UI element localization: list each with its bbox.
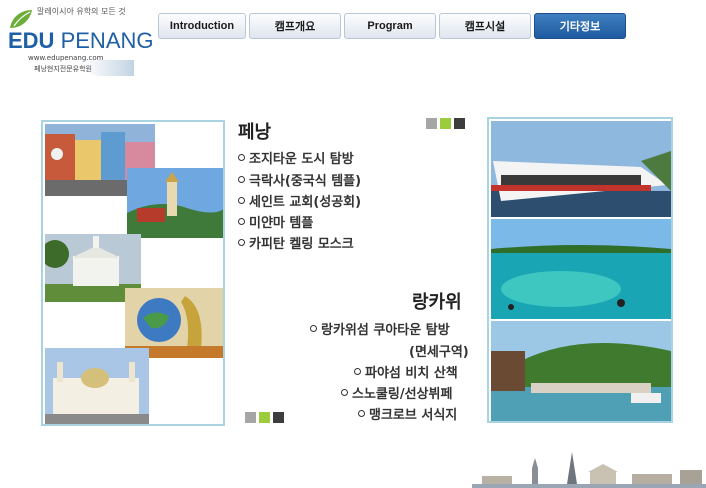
langkawi-item-continued: (면세구역) (409, 345, 469, 360)
circle-bullet-icon (238, 154, 245, 161)
langkawi-item: 파야섬 비치 산책 (354, 362, 458, 381)
tab-introduction[interactable]: Introduction (158, 13, 246, 39)
landmarks-skyline (472, 452, 706, 488)
tab-program[interactable]: Program (344, 13, 436, 39)
penang-item: 미얀마 템플 (238, 212, 313, 231)
langkawi-item: 스노쿨링/선상뷔페 (341, 383, 452, 402)
logo-swoosh (84, 60, 134, 76)
penang-item: 카피탄 켈링 모스크 (238, 233, 354, 252)
circle-bullet-icon (238, 239, 245, 246)
logo[interactable]: 말레이시아 유학의 모든 것 EDU PENANG www.edupenang.… (4, 4, 154, 76)
logo-subtitle: 페낭현지전문유학원 (34, 65, 92, 73)
penang-item: 극락사(중국식 템플) (238, 170, 361, 189)
snorkeling-sea-photo (491, 219, 671, 319)
langkawi-item: 맹크로브 서식지 (358, 404, 457, 423)
logo-tagline: 말레이시아 유학의 모든 것 (37, 7, 126, 16)
langkawi-item: 랑카위섬 쿠아타운 탐방 (310, 319, 450, 338)
penang-item: 조지타운 도시 탐방 (238, 148, 354, 167)
penang-item: 세인트 교회(성공회) (238, 191, 361, 210)
circle-bullet-icon (238, 176, 245, 183)
circle-bullet-icon (354, 368, 361, 375)
kapitan-keling-mosque-photo (45, 348, 149, 424)
tab-camp-overview[interactable]: 캠프개요 (249, 13, 341, 39)
langkawi-title: 랑카위 (412, 292, 462, 313)
circle-bullet-icon (341, 389, 348, 396)
decorative-squares-top (426, 118, 465, 129)
kek-lok-si-temple-photo (127, 168, 223, 238)
circle-bullet-icon (358, 410, 365, 417)
decorative-squares-bottom (245, 412, 284, 423)
ferry-boat-photo (491, 121, 671, 217)
mangrove-jetty-photo (491, 321, 671, 421)
logo-brand: EDU PENANG (8, 28, 154, 53)
tab-other-info[interactable]: 기타정보 (534, 13, 626, 39)
langkawi-photo-collage (487, 117, 673, 423)
circle-bullet-icon (238, 218, 245, 225)
main-nav: Introduction 캠프개요 Program 캠프시설 기타정보 (158, 13, 626, 41)
penang-photo-collage (41, 120, 225, 426)
tab-camp-facilities[interactable]: 캠프시설 (439, 13, 531, 39)
circle-bullet-icon (310, 325, 317, 332)
penang-title: 페낭 (238, 122, 272, 143)
circle-bullet-icon (238, 197, 245, 204)
